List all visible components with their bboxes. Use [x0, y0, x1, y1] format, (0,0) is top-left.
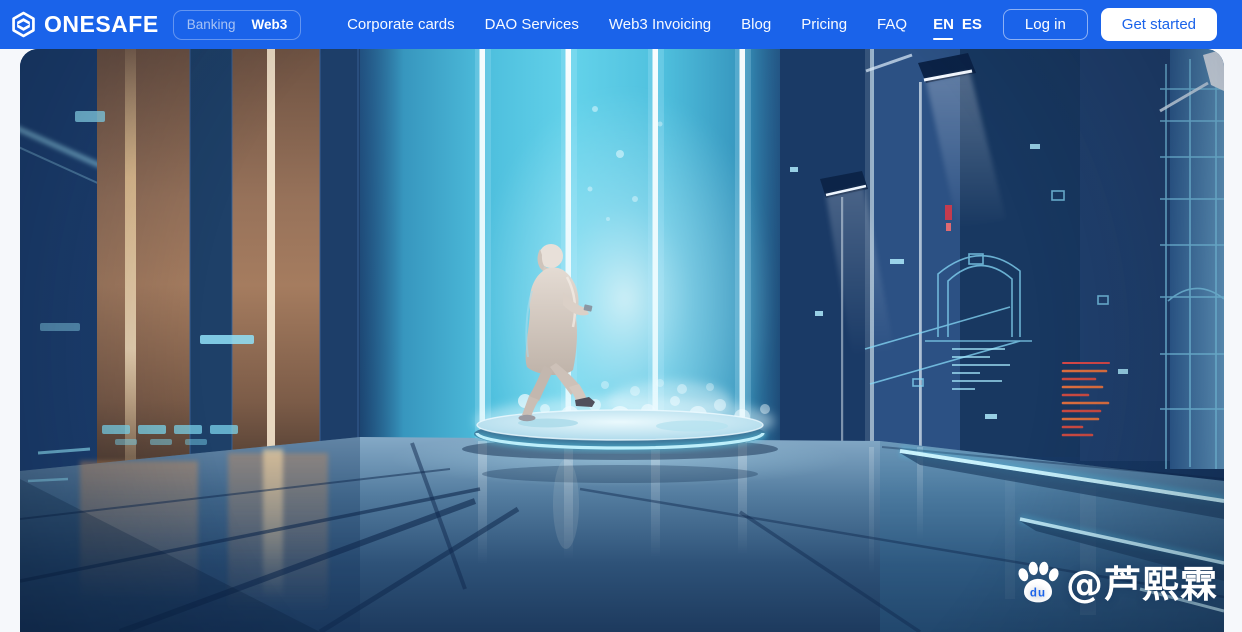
language-option-en[interactable]: EN: [933, 16, 954, 40]
onesafe-logo[interactable]: ONESAFE: [10, 11, 159, 38]
get-started-button[interactable]: Get started: [1100, 8, 1217, 41]
baidu-watermark: du @芦熙霖: [1015, 554, 1218, 608]
top-navigation-bar: ONESAFE Banking Web3 Corporate cards DAO…: [0, 0, 1242, 49]
hero-illustration: [20, 49, 1224, 632]
logo-wordmark: ONESAFE: [44, 11, 159, 37]
vignette-overlay: [20, 49, 1224, 632]
language-option-es[interactable]: ES: [962, 16, 982, 33]
onesafe-hexagon-logo-icon: [10, 11, 37, 38]
main-navigation: Corporate cards DAO Services Web3 Invoic…: [347, 16, 907, 33]
hero-image: du @芦熙霖: [20, 49, 1224, 632]
language-switcher: EN ES: [933, 16, 982, 40]
nav-link-faq[interactable]: FAQ: [877, 16, 907, 33]
nav-link-dao-services[interactable]: DAO Services: [485, 16, 579, 33]
nav-link-blog[interactable]: Blog: [741, 16, 771, 33]
toggle-option-web3[interactable]: Web3: [251, 17, 287, 32]
watermark-text: @芦熙霖: [1066, 563, 1218, 606]
nav-link-corporate-cards[interactable]: Corporate cards: [347, 16, 455, 33]
toggle-option-banking[interactable]: Banking: [187, 17, 236, 32]
banking-web3-toggle: Banking Web3: [172, 9, 302, 40]
nav-link-web3-invoicing[interactable]: Web3 Invoicing: [609, 16, 711, 33]
login-button[interactable]: Log in: [1002, 9, 1088, 40]
baidu-paw-du-text: du: [1030, 588, 1046, 600]
nav-link-pricing[interactable]: Pricing: [801, 16, 847, 33]
baidu-paw-icon: du: [1015, 558, 1061, 604]
page-main: du @芦熙霖: [0, 49, 1242, 632]
